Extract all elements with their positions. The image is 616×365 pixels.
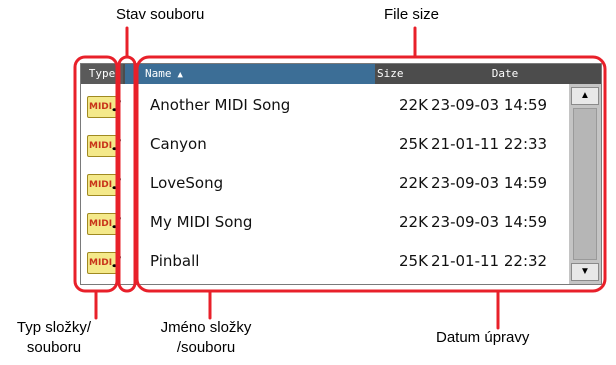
music-note-icon: ♪	[111, 212, 123, 233]
file-list: MIDI ♪ Another MIDI Song 22K 23-09-03 14…	[81, 86, 567, 281]
midi-file-icon: MIDI ♪	[87, 174, 125, 196]
midi-file-icon: MIDI ♪	[87, 135, 125, 157]
music-note-icon: ♪	[111, 134, 123, 155]
file-date: 21-01-11 22:32	[431, 252, 548, 270]
name-column-header[interactable]: Name ▲	[125, 64, 375, 84]
jmeno-slozky-label: Jméno složky /souboru	[136, 318, 276, 358]
file-size: 22K	[399, 174, 428, 192]
file-size: 22K	[399, 96, 428, 114]
sort-ascending-icon: ▲	[177, 70, 183, 80]
typ-slozky-label: Typ složky/ souboru	[4, 318, 104, 358]
typ-slozky-line1: Typ složky/	[16, 319, 92, 336]
file-date: 23-09-03 14:59	[431, 174, 548, 192]
midi-file-icon: MIDI ♪	[87, 252, 125, 274]
file-name: Pinball	[150, 252, 200, 270]
music-note-icon: ♪	[111, 173, 123, 194]
datum-upravy-label: Datum úpravy	[436, 329, 530, 346]
file-name: Another MIDI Song	[150, 96, 291, 114]
music-note-icon: ♪	[111, 251, 123, 272]
scroll-down-button[interactable]: ▼	[571, 263, 599, 281]
column-header: Type Name ▲ Size Date	[81, 64, 601, 84]
file-size: 22K	[399, 213, 428, 231]
music-note-icon: ♪	[111, 95, 123, 116]
stav-souboru-label: Stav souboru	[116, 6, 205, 23]
name-column-label: Name	[145, 67, 172, 80]
file-row[interactable]: MIDI ♪ LoveSong 22K 23-09-03 14:59	[81, 164, 567, 203]
file-row[interactable]: MIDI ♪ Canyon 25K 21-01-11 22:33	[81, 125, 567, 164]
midi-file-icon: MIDI ♪	[87, 96, 125, 118]
size-column-header[interactable]: Size	[375, 64, 417, 84]
file-name: My MIDI Song	[150, 213, 253, 231]
file-date: 21-01-11 22:33	[431, 135, 548, 153]
typ-slozky-line2: souboru	[26, 339, 82, 356]
file-row[interactable]: MIDI ♪ Pinball 25K 21-01-11 22:32	[81, 242, 567, 281]
file-name: LoveSong	[150, 174, 224, 192]
file-size: 25K	[399, 135, 428, 153]
jmeno-slozky-line2: /souboru	[176, 339, 236, 356]
scroll-track[interactable]	[573, 108, 597, 260]
file-name: Canyon	[150, 135, 207, 153]
file-size: 25K	[399, 252, 428, 270]
midi-file-icon: MIDI ♪	[87, 213, 125, 235]
vertical-scrollbar[interactable]: ▲ ▼	[569, 84, 601, 284]
file-size-label: File size	[384, 6, 440, 23]
jmeno-slozky-line1: Jméno složky	[160, 319, 252, 336]
scroll-up-button[interactable]: ▲	[571, 87, 599, 105]
file-date: 23-09-03 14:59	[431, 213, 548, 231]
type-column-header[interactable]: Type	[81, 64, 123, 84]
file-date: 23-09-03 14:59	[431, 96, 548, 114]
date-column-header[interactable]: Date	[445, 64, 565, 84]
file-row[interactable]: MIDI ♪ Another MIDI Song 22K 23-09-03 14…	[81, 86, 567, 125]
file-row[interactable]: MIDI ♪ My MIDI Song 22K 23-09-03 14:59	[81, 203, 567, 242]
file-browser: Type Name ▲ Size Date MIDI ♪ Another MIDI…	[80, 63, 602, 285]
